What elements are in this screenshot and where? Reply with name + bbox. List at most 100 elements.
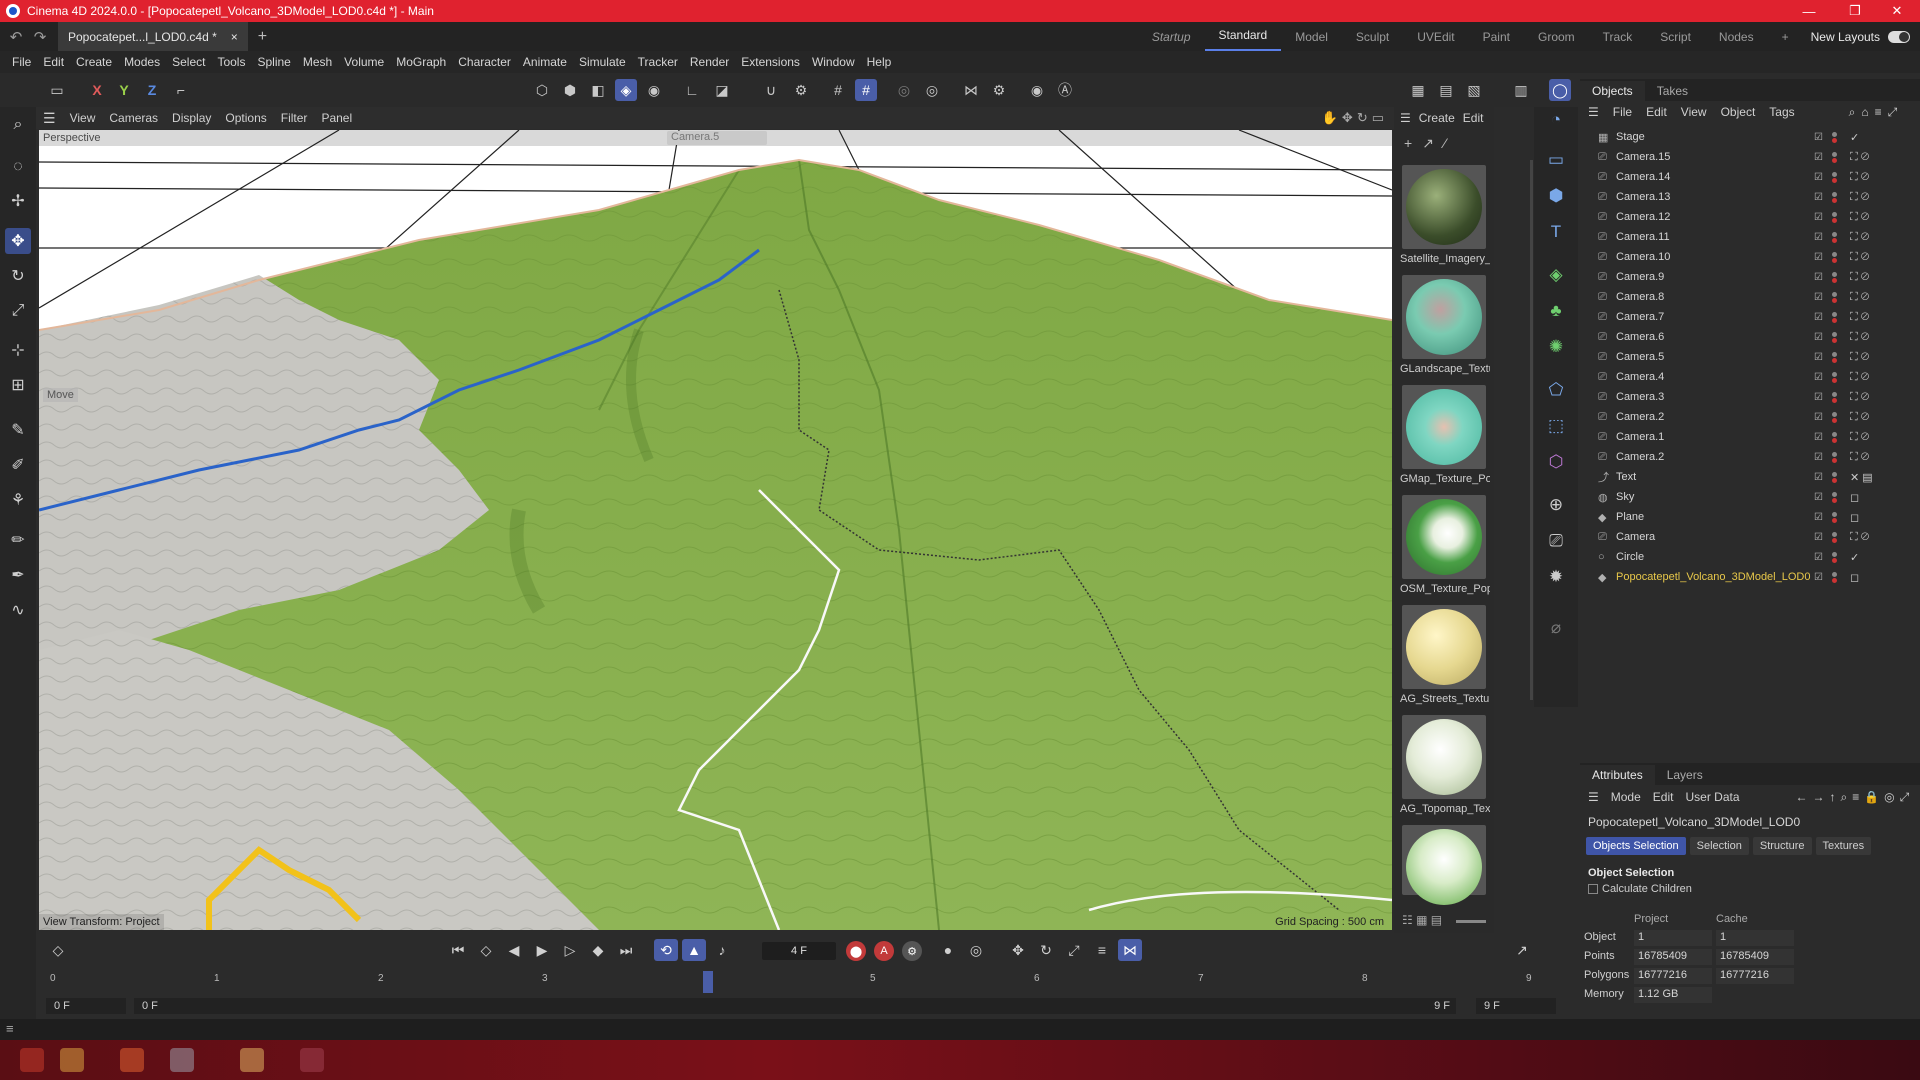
snap-magnet-icon[interactable]: ∪ — [760, 79, 782, 101]
go-to-start-icon[interactable]: ⏮ — [446, 939, 470, 961]
object-edit-icon[interactable]: ☑ — [1814, 212, 1844, 223]
object-row[interactable]: ⎚ Camera.15 ☑ ⛶ ⊘ — [1580, 147, 1920, 167]
object-tag-icon[interactable]: ⛶ ⊘ — [1850, 251, 1869, 264]
object-tag-icon[interactable]: ⛶ ⊘ — [1850, 531, 1869, 544]
layout-tab-script[interactable]: Script — [1646, 30, 1705, 44]
symmetry-settings-icon[interactable]: ⚙ — [988, 79, 1010, 101]
arrow-icon[interactable]: ↗ — [1422, 135, 1434, 152]
previous-frame-icon[interactable]: ◀ — [502, 939, 526, 961]
z-axis-lock-button[interactable]: Z — [141, 79, 163, 101]
viewport-solo-icon[interactable]: ◎ — [921, 79, 943, 101]
editor-visibility-dot[interactable] — [1832, 132, 1837, 137]
viewport-hamburger-icon[interactable]: ☰ — [36, 110, 63, 127]
menu-select[interactable]: Select — [166, 55, 211, 69]
autokey-icon[interactable]: A — [874, 941, 894, 961]
eyedropper-icon[interactable]: ⁄ — [1444, 135, 1446, 151]
viewport-menu-display[interactable]: Display — [165, 111, 218, 125]
render-visibility-dot[interactable] — [1832, 578, 1837, 583]
material-swatch[interactable]: GLandscape_Textu — [1400, 273, 1490, 375]
render-visibility-dot[interactable] — [1832, 218, 1837, 223]
object-edit-icon[interactable]: ☑ — [1814, 372, 1844, 383]
magnet-tool-icon[interactable]: ∿ — [5, 597, 31, 623]
object-tag-icon[interactable]: ◻ — [1850, 571, 1859, 584]
add-material-icon[interactable]: + — [1404, 135, 1412, 151]
null-object-icon[interactable]: ◔ — [1543, 107, 1569, 133]
object-tag-icon[interactable]: ⛶ ⊘ — [1850, 211, 1869, 224]
object-row[interactable]: ⎚ Camera.4 ☑ ⛶ ⊘ — [1580, 367, 1920, 387]
record-icon[interactable]: ⬤ — [846, 941, 866, 961]
attributes-menu-mode[interactable]: Mode — [1611, 790, 1641, 804]
menu-tools[interactable]: Tools — [211, 55, 251, 69]
material-menu-create[interactable]: Create — [1419, 111, 1455, 125]
render-visibility-dot[interactable] — [1832, 158, 1837, 163]
object-tag-icon[interactable]: ◻ — [1850, 491, 1859, 504]
object-row[interactable]: ◆ Popocatepetl_Volcano_3DModel_LOD0 ☑ ◻ — [1580, 567, 1920, 587]
object-row[interactable]: ⎚ Camera.7 ☑ ⛶ ⊘ — [1580, 307, 1920, 327]
object-edit-icon[interactable]: ☑ — [1814, 532, 1844, 543]
menu-extensions[interactable]: Extensions — [735, 55, 806, 69]
textures-button[interactable]: Textures — [1815, 837, 1872, 855]
editor-visibility-dot[interactable] — [1832, 412, 1837, 417]
edges-mode-icon[interactable]: ⬢ — [559, 79, 581, 101]
object-tag-icon[interactable]: ⛶ ⊘ — [1850, 271, 1869, 284]
menu-render[interactable]: Render — [684, 55, 735, 69]
restore-icon[interactable]: ❐ — [1832, 0, 1878, 22]
interactive-render-icon[interactable]: ▥ — [1510, 79, 1532, 101]
new-document-tab-button[interactable]: + — [258, 28, 267, 46]
object-row[interactable]: ⎚ Camera.5 ☑ ⛶ ⊘ — [1580, 347, 1920, 367]
editor-visibility-dot[interactable] — [1832, 172, 1837, 177]
object-tag-icon[interactable]: ⛶ ⊘ — [1850, 191, 1869, 204]
tab-layers[interactable]: Layers — [1655, 765, 1715, 785]
current-frame-field[interactable]: 4 F — [762, 942, 836, 960]
menu-file[interactable]: File — [6, 55, 37, 69]
layout-tab-paint[interactable]: Paint — [1469, 30, 1524, 44]
menu-volume[interactable]: Volume — [338, 55, 390, 69]
render-visibility-dot[interactable] — [1832, 478, 1837, 483]
object-row[interactable]: ⎚ Camera.8 ☑ ⛶ ⊘ — [1580, 287, 1920, 307]
snap-settings-icon[interactable]: ⚙ — [790, 79, 812, 101]
active-camera-label[interactable]: Camera.5 — [667, 131, 767, 145]
viewport-menu-filter[interactable]: Filter — [274, 111, 315, 125]
environment-icon[interactable]: ⊕ — [1543, 492, 1569, 518]
soft-selection-icon[interactable]: ◎ — [893, 79, 915, 101]
editor-visibility-dot[interactable] — [1832, 252, 1837, 257]
document-tab[interactable]: Popocatepet...l_LOD0.c4d * × — [58, 22, 248, 51]
attributes-menu-edit[interactable]: Edit — [1653, 790, 1674, 804]
object-edit-icon[interactable]: ☑ — [1814, 192, 1844, 203]
material-swatch[interactable]: OSM_Texture_Pop — [1400, 493, 1490, 595]
render-visibility-dot[interactable] — [1832, 458, 1837, 463]
next-frame-icon[interactable]: ▷ — [558, 939, 582, 961]
render-visibility-dot[interactable] — [1832, 538, 1837, 543]
editor-visibility-dot[interactable] — [1832, 512, 1837, 517]
object-tag-icon[interactable]: ✕ ▤ — [1850, 471, 1873, 484]
attributes-hamburger-icon[interactable]: ☰ — [1588, 790, 1599, 804]
generator-icon[interactable]: ◈ — [1543, 262, 1569, 288]
timeline-expand-icon[interactable]: ↗ — [1510, 939, 1534, 961]
render-visibility-dot[interactable] — [1832, 358, 1837, 363]
render-view-icon[interactable]: ◉ — [1026, 79, 1048, 101]
play-icon[interactable]: ▶ — [530, 939, 554, 961]
object-tag-icon[interactable]: ⛶ ⊘ — [1850, 291, 1869, 304]
redshift-icon[interactable]: ◯ — [1549, 79, 1571, 101]
y-axis-lock-button[interactable]: Y — [113, 79, 135, 101]
render-visibility-dot[interactable] — [1832, 178, 1837, 183]
live-selection-icon[interactable]: ✢ — [5, 188, 31, 214]
key-filter-icon[interactable]: ◎ — [964, 939, 988, 961]
object-tag-icon[interactable]: ◻ — [1850, 511, 1859, 524]
redo-icon[interactable]: ↷ — [28, 28, 52, 46]
object-row[interactable]: ○ Circle ☑ ✓ — [1580, 547, 1920, 567]
material-scrollbar[interactable] — [1530, 160, 1533, 700]
workplane-grid-icon[interactable]: # — [827, 79, 849, 101]
object-row[interactable]: ⎚ Camera.2 ☑ ⛶ ⊘ — [1580, 407, 1920, 427]
start-frame-field[interactable]: 0 F — [46, 998, 126, 1014]
cube-icon[interactable]: ⬢ — [1543, 183, 1569, 209]
object-row[interactable]: ⎚ Camera ☑ ⛶ ⊘ — [1580, 527, 1920, 547]
object-edit-icon[interactable]: ☑ — [1814, 132, 1844, 143]
search-icon[interactable]: ⌕ — [5, 112, 31, 138]
layout-tab-standard[interactable]: Standard — [1204, 22, 1282, 51]
knife-tool-icon[interactable]: ✒ — [5, 562, 31, 588]
symmetry-icon[interactable]: ⋈ — [960, 79, 982, 101]
object-row[interactable]: ⎚ Camera.13 ☑ ⛶ ⊘ — [1580, 187, 1920, 207]
editor-visibility-dot[interactable] — [1832, 472, 1837, 477]
render-visibility-dot[interactable] — [1832, 418, 1837, 423]
